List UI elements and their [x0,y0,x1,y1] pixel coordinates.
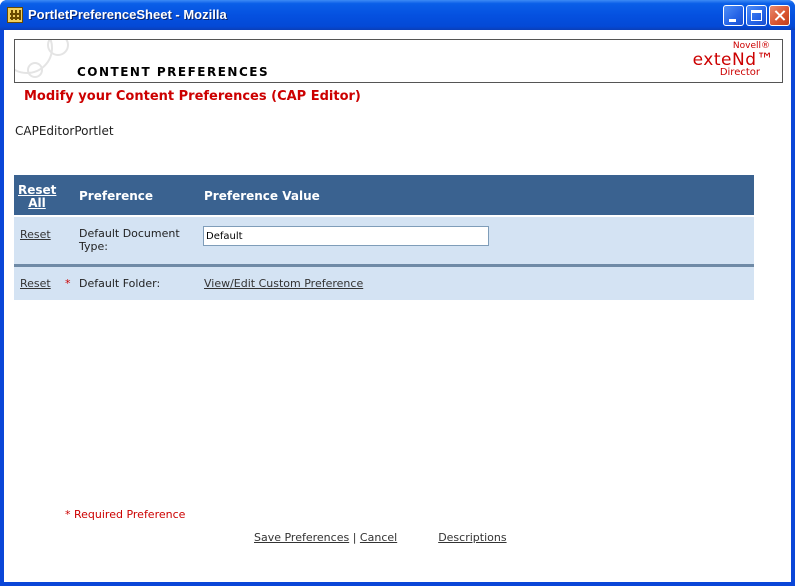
minimize-button[interactable] [723,5,744,26]
header-banner: CONTENT PREFERENCES Novell® exteNd™ Dire… [14,39,783,83]
footer-links: Save Preferences | Cancel Descriptions [254,531,507,544]
preference-label-folder: Default Folder: [79,277,161,290]
portlet-name: CAPEditorPortlet [15,124,114,138]
page-title: Modify your Content Preferences (CAP Edi… [24,89,361,104]
browser-window: PortletPreferenceSheet - Mozilla CONTENT… [0,0,795,586]
reset-link-document-type[interactable]: Reset [20,228,51,241]
maximize-icon [751,10,762,21]
column-header-preference: Preference [79,189,154,203]
page-content: CONTENT PREFERENCES Novell® exteNd™ Dire… [4,30,791,582]
table-row: Reset Default Document Type: [14,217,754,264]
gear-decoration-icon [47,40,69,56]
maximize-button[interactable] [746,5,767,26]
save-preferences-link[interactable]: Save Preferences [254,531,349,544]
gear-decoration-icon [27,62,43,78]
banner-title: CONTENT PREFERENCES [77,65,270,79]
window-title: PortletPreferenceSheet - Mozilla [28,7,227,22]
minimize-icon [729,19,736,22]
reset-all-link[interactable]: Reset All [18,184,56,210]
close-button[interactable] [769,5,790,26]
cancel-link[interactable]: Cancel [360,531,397,544]
footer-divider: | [352,531,357,544]
logo-director: Director [719,67,760,78]
title-bar[interactable]: PortletPreferenceSheet - Mozilla [0,0,795,30]
view-edit-custom-preference-link[interactable]: View/Edit Custom Preference [204,277,363,290]
required-preference-note: * Required Preference [65,508,186,521]
reset-link-folder[interactable]: Reset [20,277,51,290]
column-header-value: Preference Value [204,189,320,203]
app-icon [7,7,23,23]
preference-label-document-type: Default Document Type: [79,227,180,253]
table-row: Reset * Default Folder: View/Edit Custom… [14,267,754,300]
document-type-input[interactable] [203,226,489,246]
descriptions-link[interactable]: Descriptions [438,531,506,544]
required-marker: * [65,277,71,290]
table-header: Reset All Preference Preference Value [14,175,754,215]
